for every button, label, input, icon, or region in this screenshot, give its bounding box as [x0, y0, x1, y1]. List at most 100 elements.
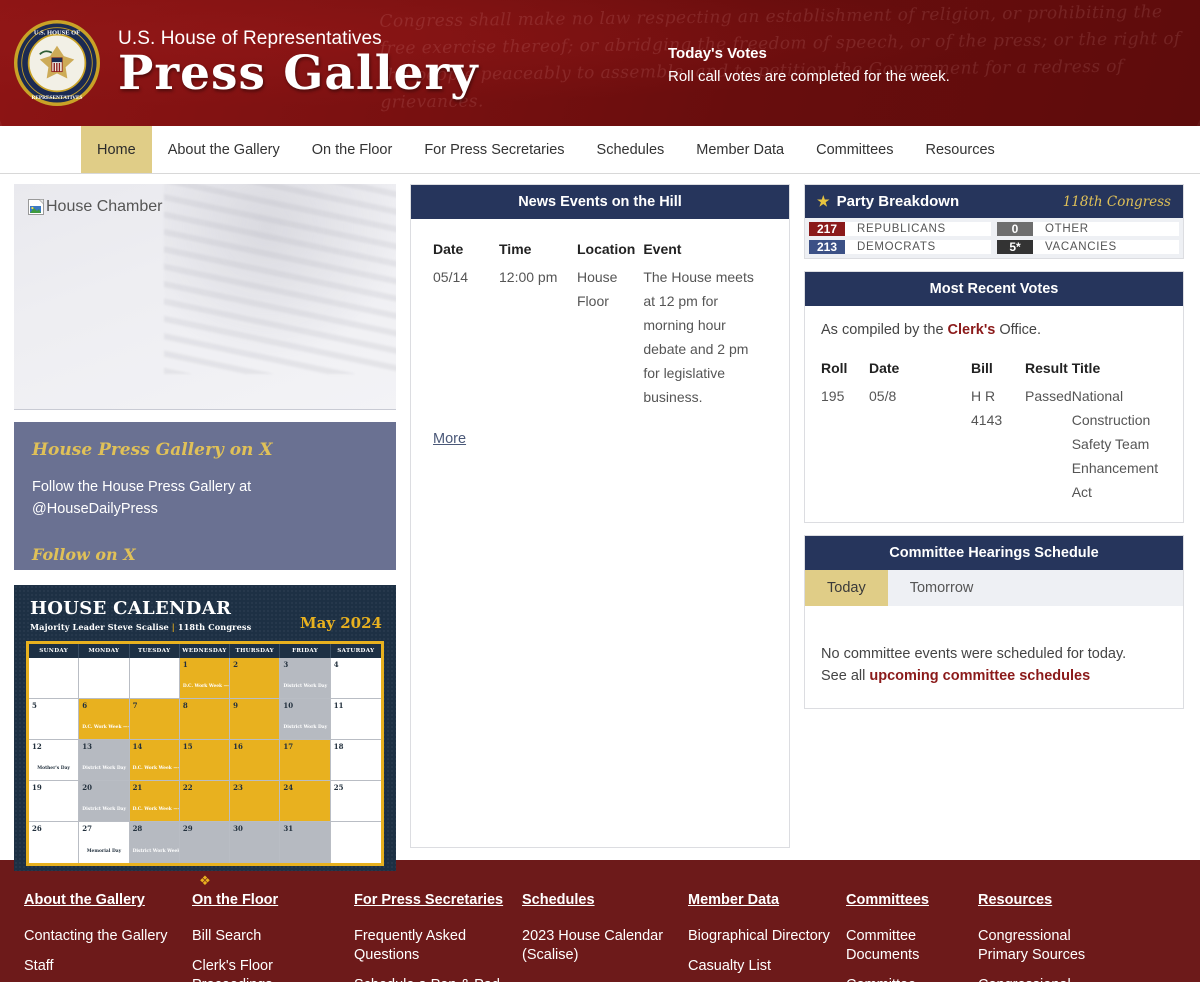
republicans-count: 217: [809, 222, 845, 236]
footer-columns: About the Gallery Contacting the Gallery S…: [24, 892, 1176, 982]
nav-item-member-data[interactable]: Member Data: [680, 126, 800, 173]
calendar-day-cell: 16: [230, 739, 281, 781]
footer-link[interactable]: Biographical Directory: [688, 927, 832, 946]
calendar-dow-tuesday: TUESDAY: [129, 643, 180, 658]
footer-heading-on-the-floor[interactable]: On the Floor: [192, 892, 340, 908]
votes-table: Roll Date Bill Result Title 195 05/8 H R…: [821, 360, 1167, 504]
calendar-day-number: 14: [132, 741, 143, 751]
calendar-day-number: 31: [283, 823, 294, 833]
calendar-week-row: 1 D.C. Work Week —————— 2 3 District Work Da…: [29, 657, 381, 699]
democrats-count: 213: [809, 240, 845, 254]
calendar-day-note: D.C. Work Week ——————: [132, 765, 179, 771]
footer-heading-member-data[interactable]: Member Data: [688, 892, 832, 908]
footer-heading-for-press-secretaries[interactable]: For Press Secretaries: [354, 892, 508, 908]
house-chamber-image: House Chamber: [14, 184, 396, 410]
house-calendar-widget[interactable]: HOUSE CALENDAR Majority Leader Steve Sca…: [14, 585, 396, 888]
calendar-day-number: 29: [182, 823, 193, 833]
footer-link[interactable]: Congressional Research: [978, 976, 1124, 982]
main-content: House Chamber House Press Gallery on X F…: [0, 174, 1200, 888]
nav-item-committees[interactable]: Committees: [800, 126, 909, 173]
footer-link[interactable]: Casualty List: [688, 957, 832, 976]
footer-link[interactable]: Schedule a Pen & Pad in: [354, 976, 508, 982]
votes-header-row: Roll Date Bill Result Title: [821, 360, 1167, 384]
footer-heading-resources[interactable]: Resources: [978, 892, 1124, 908]
calendar-subtitle-left: Majority Leader Steve Scalise: [30, 621, 169, 632]
footer-link[interactable]: Committee Documents: [846, 927, 964, 965]
calendar-day-note: Mother's Day: [37, 765, 70, 771]
party-item-democrats[interactable]: 213 DEMOCRATS: [809, 240, 991, 254]
committee-body: No committee events were scheduled for t…: [805, 606, 1183, 708]
upcoming-committee-schedules-link[interactable]: upcoming committee schedules: [869, 668, 1090, 684]
right-column: ★ Party Breakdown 118th Congress 217 REP…: [804, 184, 1184, 709]
news-cell-time: 12:00 pm: [499, 269, 558, 285]
news-more-link[interactable]: More: [433, 431, 466, 447]
site-header: Congress shall make no law respecting an…: [0, 0, 1200, 126]
committee-empty-message: No committee events were scheduled for t…: [821, 646, 1127, 662]
news-events-header-row: Date Time Location Event: [433, 241, 767, 265]
footer-link[interactable]: Staff: [24, 957, 178, 976]
calendar-day-cell: 4: [330, 657, 381, 699]
calendar-day-number: 19: [32, 782, 42, 792]
party-breakdown-panel: ★ Party Breakdown 118th Congress 217 REP…: [804, 184, 1184, 259]
nav-item-for-press-secretaries[interactable]: For Press Secretaries: [408, 126, 580, 173]
footer-heading-committees[interactable]: Committees: [846, 892, 964, 908]
footer-link[interactable]: Bill Search: [192, 927, 340, 946]
clerks-office-link[interactable]: Clerk's: [948, 322, 996, 338]
votes-col-bill: Bill: [971, 360, 993, 376]
footer-link[interactable]: Congressional Primary Sources: [978, 927, 1124, 965]
calendar-day-cell: 28 District Work Week ——————: [129, 821, 180, 863]
tab-today[interactable]: Today: [805, 570, 888, 606]
nav-item-schedules[interactable]: Schedules: [581, 126, 681, 173]
vacancies-label: VACANCIES: [1045, 241, 1117, 253]
calendar-day-note: D.C. Work Week ——————: [82, 724, 128, 730]
see-all-prefix: See all: [821, 667, 870, 684]
footer-heading-schedules[interactable]: Schedules: [522, 892, 674, 908]
party-item-republicans[interactable]: 217 REPUBLICANS: [809, 222, 991, 236]
fleur-de-lis-icon: ❖: [199, 872, 211, 888]
footer-link[interactable]: 2023 House Calendar (Scalise): [522, 927, 674, 965]
calendar-day-cell: 31: [280, 821, 331, 863]
nav-item-resources[interactable]: Resources: [909, 126, 1010, 173]
calendar-day-note: District Work Week ——————: [132, 848, 180, 854]
nav-item-on-the-floor[interactable]: On the Floor: [296, 126, 409, 173]
todays-votes-title: Today's Votes: [668, 45, 767, 62]
nav-item-home[interactable]: Home: [81, 126, 152, 173]
calendar-dow-wednesday: WEDNESDAY: [179, 643, 231, 658]
votes-cell-title: National Construction Safety Team Enhanc…: [1071, 388, 1159, 500]
calendar-day-cell: 22: [179, 780, 231, 822]
other-count: 0: [997, 222, 1033, 236]
news-events-panel-title: News Events on the Hill: [411, 185, 789, 219]
news-cell-date: 05/14: [433, 269, 469, 285]
votes-source-note: As compiled by the Clerk's Office.: [821, 322, 1167, 338]
star-icon: ★: [817, 193, 830, 209]
footer-column: About the Gallery Contacting the Gallery S…: [24, 892, 192, 982]
calendar-day-cell: 6 D.C. Work Week ——————: [79, 698, 130, 740]
house-seal-icon: U.S. HOUSE OF REPRESENTATIVES: [14, 20, 100, 106]
footer-link[interactable]: Committee Schedules: [846, 976, 964, 982]
footer-link[interactable]: Contacting the Gallery: [24, 927, 178, 946]
footer-link[interactable]: Clerk's Floor Proceedings: [192, 957, 340, 982]
calendar-day-number: 28: [132, 823, 143, 833]
footer-column: On the Floor Bill Search Clerk's Floor Pro…: [192, 892, 354, 982]
calendar-day-number: 16: [233, 741, 243, 751]
calendar-dow-thursday: THURSDAY: [230, 643, 281, 658]
calendar-day-cell: [330, 821, 381, 863]
calendar-dow-row: SUNDAY MONDAY TUESDAY WEDNESDAY THURSDAY…: [29, 643, 381, 658]
other-label: OTHER: [1045, 223, 1089, 235]
footer-column: Schedules 2023 House Calendar (Scalise): [522, 892, 688, 982]
calendar-day-cell: 24: [280, 780, 331, 822]
tab-tomorrow[interactable]: Tomorrow: [888, 570, 996, 606]
calendar-day-number: 1: [182, 659, 188, 669]
news-col-location: Location: [577, 241, 636, 257]
nav-item-about-the-gallery[interactable]: About the Gallery: [152, 126, 296, 173]
calendar-day-cell: 11: [330, 698, 381, 740]
footer-link[interactable]: Frequently Asked Questions: [354, 927, 508, 965]
follow-on-x-link[interactable]: Follow on X: [32, 545, 136, 564]
committee-hearings-panel: Committee Hearings Schedule Today Tomorr…: [804, 535, 1184, 709]
party-breakdown-grid: 217 REPUBLICANS 0 OTHER 213 DEMOCRATS 5*…: [805, 218, 1183, 258]
calendar-day-number: 30: [233, 823, 243, 833]
news-events-panel: News Events on the Hill Date Time Locati…: [410, 184, 790, 848]
party-item-vacancies[interactable]: 5* VACANCIES: [997, 240, 1179, 254]
party-item-other[interactable]: 0 OTHER: [997, 222, 1179, 236]
footer-heading-about-the-gallery[interactable]: About the Gallery: [24, 892, 178, 908]
